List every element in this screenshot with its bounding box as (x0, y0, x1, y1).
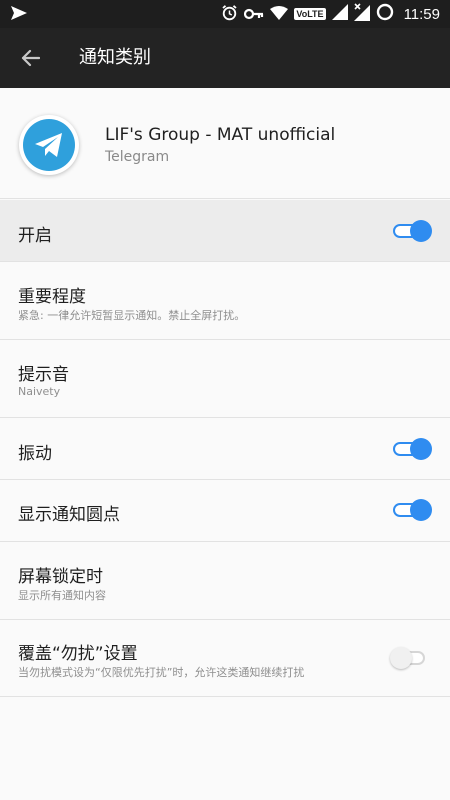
setting-badge-label: 显示通知圆点 (18, 505, 120, 525)
signal-no-data-icon (353, 3, 370, 25)
key-icon (244, 5, 264, 24)
setting-vibrate-label: 振动 (18, 444, 52, 464)
telegram-app-icon (19, 115, 79, 175)
battery-circle-icon (376, 3, 394, 25)
setting-lockscreen-label: 屏幕锁定时 (18, 567, 103, 587)
toggle-thumb (410, 438, 432, 460)
setting-sound-summary: Naivety (18, 385, 61, 398)
status-time: 11:59 (403, 5, 440, 23)
setting-badge-row[interactable]: 显示通知圆点 (0, 480, 450, 542)
toggle-thumb (410, 499, 432, 521)
back-arrow-icon[interactable] (14, 44, 46, 72)
alarm-icon (221, 4, 238, 25)
wifi-icon (270, 5, 289, 24)
volte-icon: VoLTE (294, 8, 326, 20)
setting-vibrate-row[interactable]: 振动 (0, 418, 450, 480)
channel-name: LIF's Group - MAT unofficial (105, 125, 336, 145)
enable-toggle[interactable] (393, 220, 432, 242)
app-name: Telegram (105, 149, 170, 165)
setting-dnd-summary: 当勿扰模式设为“仅限优先打扰”时，允许这类通知继续打扰 (18, 666, 305, 679)
setting-dnd-row[interactable]: 覆盖“勿扰”设置 当勿扰模式设为“仅限优先打扰”时，允许这类通知继续打扰 (0, 620, 450, 697)
toggle-thumb (390, 647, 412, 669)
dnd-toggle[interactable] (390, 647, 429, 669)
setting-sound-row[interactable]: 提示音 Naivety (0, 340, 450, 418)
badge-toggle[interactable] (393, 499, 432, 521)
page-title: 通知类别 (79, 47, 151, 68)
send-arrow-icon (10, 5, 28, 25)
setting-dnd-label: 覆盖“勿扰”设置 (18, 644, 138, 664)
setting-lockscreen-row[interactable]: 屏幕锁定时 显示所有通知内容 (0, 542, 450, 620)
status-bar: VoLTE 11:59 (0, 0, 450, 28)
toggle-thumb (410, 220, 432, 242)
setting-importance-label: 重要程度 (18, 287, 86, 307)
setting-lockscreen-summary: 显示所有通知内容 (18, 589, 106, 602)
app-bar: 通知类别 (0, 28, 450, 88)
setting-enable-row[interactable]: 开启 (0, 200, 450, 262)
setting-importance-row[interactable]: 重要程度 紧急: 一律允许短暂显示通知。禁止全屏打扰。 (0, 262, 450, 340)
setting-sound-label: 提示音 (18, 365, 69, 385)
paper-plane-icon (35, 133, 62, 157)
signal-icon (331, 4, 348, 24)
app-header: LIF's Group - MAT unofficial Telegram (0, 88, 450, 199)
setting-enable-label: 开启 (18, 226, 52, 246)
setting-importance-summary: 紧急: 一律允许短暂显示通知。禁止全屏打扰。 (18, 309, 246, 322)
vibrate-toggle[interactable] (393, 438, 432, 460)
